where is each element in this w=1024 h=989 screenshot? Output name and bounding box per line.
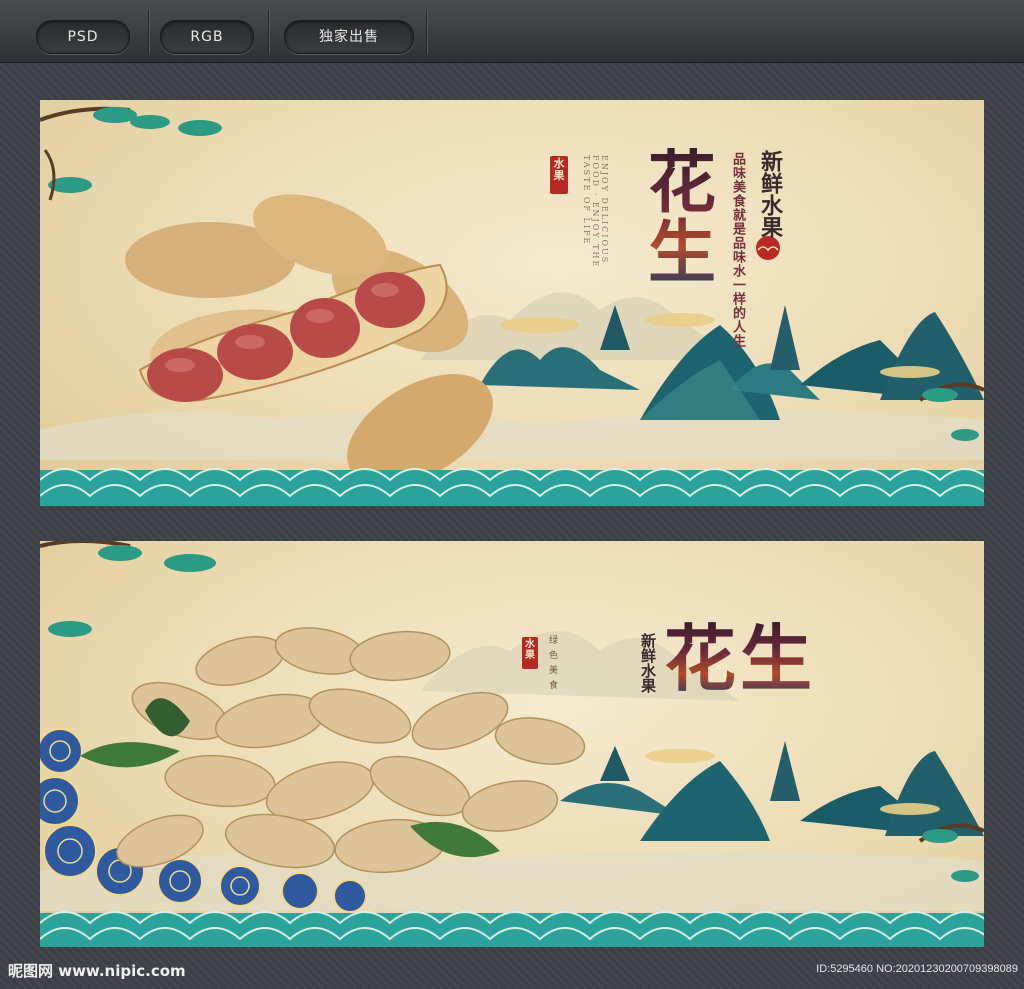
- page-title: 花生: [648, 143, 717, 293]
- subtitle: 新鲜水果: [757, 150, 783, 238]
- english-caption: ENJOY DELICIOUS FOOD · ENJOY THE TASTE O…: [582, 155, 609, 269]
- tab-exclusive[interactable]: 独家出售: [284, 20, 414, 54]
- wave-band: [40, 913, 984, 947]
- mountain-range: [560, 741, 984, 841]
- banner-bottom-art: [40, 541, 984, 947]
- seal-stamp: 水果: [522, 637, 538, 669]
- page-title: 花生: [664, 616, 817, 701]
- banner-bottom: 水果 绿色美食 新鲜水果 花生: [40, 541, 984, 947]
- tab-psd[interactable]: PSD: [36, 20, 130, 54]
- nipic-logo: 昵图网 www.nipic.com: [8, 962, 186, 980]
- wave-band: [40, 470, 984, 506]
- banner-top: 水果 ENJOY DELICIOUS FOOD · ENJOY THE TAST…: [40, 100, 984, 506]
- circle-caption: 绿色美食: [547, 635, 557, 695]
- tab-divider: [426, 10, 427, 54]
- mist-layer: [40, 411, 984, 460]
- tab-divider: [268, 10, 269, 54]
- pine-branch: [40, 541, 216, 637]
- banner-top-art: [40, 106, 984, 506]
- toolbar: PSD RGB 独家出售: [0, 0, 1024, 63]
- wave-ornament-icon: [756, 236, 780, 260]
- subtitle: 新鲜水果: [639, 633, 657, 693]
- tab-divider: [148, 10, 149, 54]
- pine-branch: [40, 106, 222, 201]
- image-id: ID:5295460 NO:20201230200709398089: [816, 963, 1018, 975]
- tab-rgb[interactable]: RGB: [160, 20, 254, 54]
- tagline: 品味美食就是品味水一样的人生: [730, 152, 745, 348]
- seal-stamp: 水果: [550, 156, 568, 194]
